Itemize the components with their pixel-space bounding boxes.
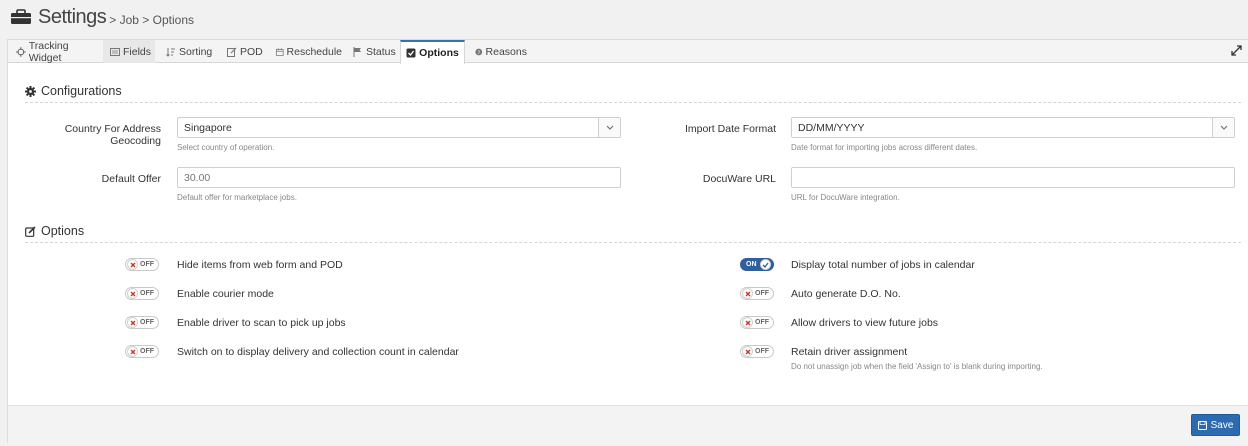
expand-icon[interactable] — [1231, 45, 1242, 56]
hide-items-toggle[interactable]: OFF — [125, 258, 159, 271]
import-date-select[interactable]: DD/MM/YYYY — [791, 117, 1235, 138]
check-icon — [759, 259, 771, 270]
edit-icon — [25, 225, 36, 237]
options-heading: Options — [25, 224, 84, 238]
options-divider — [25, 242, 1241, 243]
tab-reschedule[interactable]: Reschedule — [276, 40, 342, 63]
future-jobs-label: Allow drivers to view future jobs — [791, 317, 939, 329]
tab-bar: Tracking Widget Fields Sorting POD Resch… — [8, 39, 1248, 64]
tab-pod[interactable]: POD — [227, 40, 265, 63]
delivery-count-label: Switch on to display delivery and collec… — [177, 346, 459, 358]
flag-icon — [353, 46, 361, 57]
default-offer-input[interactable]: 30.00 — [177, 167, 621, 188]
close-icon — [742, 346, 753, 357]
toggle-state: OFF — [140, 348, 154, 355]
docuware-url-input[interactable] — [791, 167, 1235, 188]
toggle-state: OFF — [140, 319, 154, 326]
configurations-divider — [25, 102, 1241, 103]
gear-icon — [25, 85, 36, 97]
docuware-label: DocuWare URL — [702, 173, 776, 185]
breadcrumb: > Job > Options — [109, 12, 194, 27]
tab-tracking-widget[interactable]: Tracking Widget — [16, 39, 102, 64]
tab-label: Options — [419, 47, 459, 59]
import-date-value: DD/MM/YYYY — [798, 121, 865, 134]
tab-label: Tracking Widget — [28, 39, 69, 64]
save-icon — [1197, 420, 1207, 430]
retain-driver-help: Do not unassign job when the field 'Assi… — [791, 362, 1043, 371]
question-icon: ? — [475, 48, 483, 56]
close-icon — [127, 259, 138, 270]
tab-label: Fields — [123, 45, 152, 58]
toggle-state: OFF — [140, 261, 154, 268]
tab-status[interactable]: Status — [353, 40, 397, 63]
close-icon — [127, 317, 138, 328]
tab-sorting[interactable]: Sorting — [166, 40, 214, 63]
tab-reasons[interactable]: ? Reasons — [475, 40, 527, 63]
import-date-help: Date format for importing jobs across di… — [791, 143, 978, 152]
sort-icon — [166, 47, 175, 57]
hide-items-label: Hide items from web form and POD — [177, 259, 343, 271]
edit-icon — [227, 47, 237, 57]
close-icon — [127, 346, 138, 357]
page-title: Settings — [38, 5, 107, 28]
default-offer-placeholder: 30.00 — [184, 171, 211, 184]
driver-scan-label: Enable driver to scan to pick up jobs — [177, 317, 346, 329]
settings-panel: Tracking Widget Fields Sorting POD Resch… — [7, 39, 1248, 443]
default-offer-label: Default Offer — [101, 173, 161, 185]
toggle-state: OFF — [755, 319, 769, 326]
toggle-state: OFF — [755, 290, 769, 297]
future-jobs-toggle[interactable]: OFF — [740, 316, 774, 329]
country-label: Country For Address Geocoding — [64, 123, 161, 147]
delivery-count-toggle[interactable]: OFF — [125, 345, 159, 358]
briefcase-icon — [11, 9, 31, 24]
country-help: Select country of operation. — [177, 143, 275, 152]
auto-do-toggle[interactable]: OFF — [740, 287, 774, 300]
courier-mode-label: Enable courier mode — [177, 288, 274, 300]
close-icon — [742, 317, 753, 328]
form-footer: Save — [8, 405, 1248, 443]
calendar-icon — [276, 47, 284, 56]
total-jobs-label: Display total number of jobs in calendar — [791, 259, 975, 271]
tab-label: POD — [240, 45, 263, 58]
checkbox-icon — [406, 48, 416, 58]
courier-mode-toggle[interactable]: OFF — [125, 287, 159, 300]
toggle-state: OFF — [140, 290, 154, 297]
close-icon — [127, 288, 138, 299]
save-button[interactable]: Save — [1191, 414, 1240, 436]
close-icon — [742, 288, 753, 299]
list-icon — [110, 47, 120, 56]
chevron-down-icon — [598, 118, 620, 137]
driver-scan-toggle[interactable]: OFF — [125, 316, 159, 329]
svg-text:?: ? — [477, 50, 480, 56]
toggle-state: OFF — [755, 348, 769, 355]
options-title: Options — [41, 224, 85, 238]
chevron-down-icon — [1212, 118, 1234, 137]
docuware-help: URL for DocuWare integration. — [791, 193, 900, 202]
page-header: Settings > Job > Options — [10, 4, 194, 30]
auto-do-label: Auto generate D.O. No. — [791, 288, 901, 300]
configurations-heading: Configurations — [25, 84, 122, 98]
tab-fields[interactable]: Fields — [103, 40, 155, 63]
retain-driver-toggle[interactable]: OFF — [740, 345, 774, 358]
tab-label: Reschedule — [286, 45, 342, 58]
tab-label: Sorting — [179, 45, 213, 58]
configurations-title: Configurations — [41, 84, 122, 98]
tab-label: Status — [366, 45, 396, 58]
tab-options[interactable]: Options — [400, 40, 465, 64]
import-date-label: Import Date Format — [684, 123, 776, 135]
retain-driver-label: Retain driver assignment — [791, 346, 908, 358]
tab-label: Reasons — [485, 45, 527, 58]
country-value: Singapore — [184, 121, 232, 134]
crosshair-icon — [16, 46, 26, 57]
save-label: Save — [1210, 419, 1234, 431]
toggle-state: ON — [746, 261, 757, 268]
total-jobs-toggle[interactable]: ON — [740, 258, 774, 271]
default-offer-help: Default offer for marketplace jobs. — [177, 193, 297, 202]
country-select[interactable]: Singapore — [177, 117, 621, 138]
